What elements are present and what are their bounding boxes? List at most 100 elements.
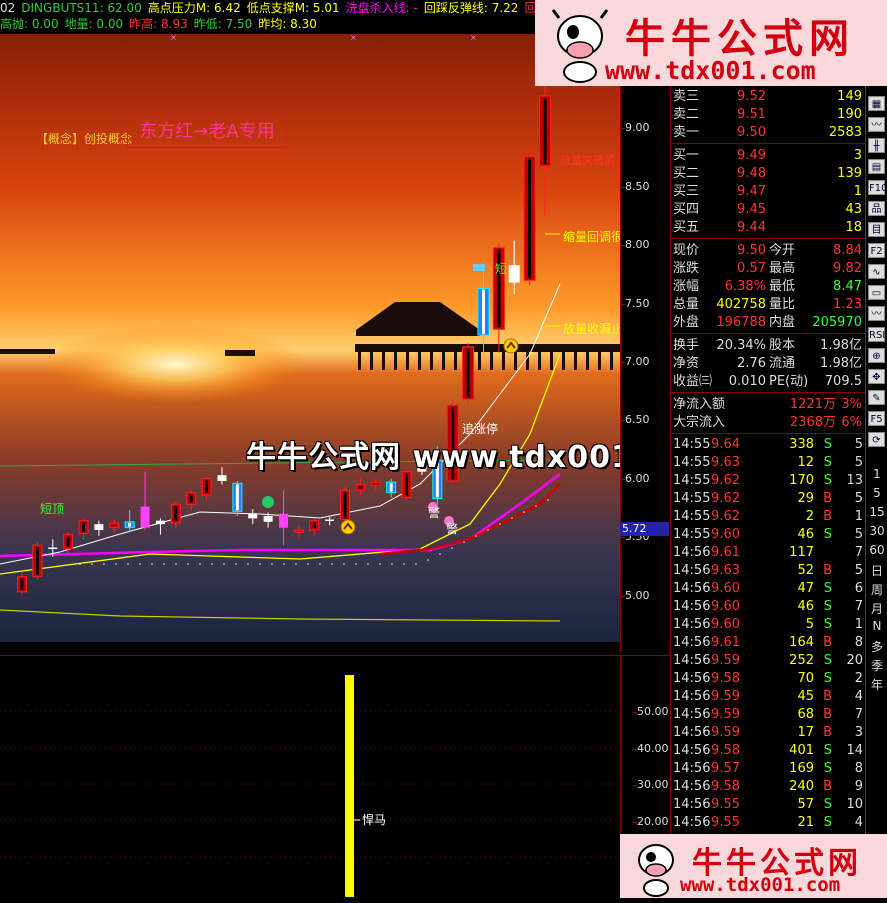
tick-count: 14 [846, 743, 863, 758]
toolbar-button[interactable]: 〰 [868, 117, 885, 132]
buy-signal-icon [503, 338, 519, 354]
candle[interactable] [462, 343, 475, 406]
tick-row: 14:55 9.62 29 B 5 [671, 490, 866, 508]
stat-label-2: 最高 [769, 261, 796, 276]
toolbar-button[interactable]: ╫ [868, 138, 885, 153]
toolbar-button[interactable]: ✎ [868, 390, 885, 405]
period-button[interactable]: 年 [866, 676, 887, 693]
toolbar-button[interactable]: ⟳ [868, 432, 885, 447]
period-button[interactable]: 周 [866, 581, 887, 598]
header-row1-item: 低点支撑M: 5.01 [246, 1, 340, 15]
bid-label: 买五 [673, 220, 700, 235]
toolbar-button[interactable]: 目 [868, 222, 885, 237]
toolbar-button[interactable]: ✥ [868, 369, 885, 384]
tick-count: 4 [854, 689, 863, 704]
toolbar-button[interactable]: ⊕ [868, 348, 885, 363]
fund-value: 2.76 [737, 356, 766, 371]
toolbar-button[interactable]: ▤ [868, 159, 885, 174]
tick-price: 9.62 [711, 473, 740, 488]
fund-value: 20.34% [716, 338, 766, 353]
tick-count: 5 [854, 491, 863, 506]
toolbar-button[interactable]: RSI [868, 327, 885, 342]
period-button[interactable]: 15 [866, 505, 887, 519]
tick-price: 9.60 [711, 617, 740, 632]
tick-side: B [823, 689, 832, 704]
toolbar-button[interactable]: ▦ [868, 96, 885, 111]
period-button[interactable]: 季 [866, 657, 887, 674]
tick-volume: 240 [789, 779, 814, 794]
stat-label-2: 最低 [769, 279, 796, 294]
flow-row: 大宗流入 2368万 6% [671, 414, 866, 432]
bid-row: 买三 9.47 1 [671, 183, 866, 201]
annotation-vol-break: 放量突破前 [560, 154, 615, 167]
candle[interactable] [232, 481, 243, 516]
indicator-subchart[interactable]: 悍马 [0, 655, 620, 899]
toolbar-button[interactable]: F10 [868, 180, 887, 195]
tick-count: 1 [854, 509, 863, 524]
stat-value: 402758 [716, 297, 766, 312]
period-button[interactable]: 5 [866, 486, 887, 500]
bid-volume: 139 [837, 166, 862, 181]
price-tick-label: 9.00 [621, 121, 650, 135]
fund-label-2: 流通 [769, 356, 796, 371]
tick-side: S [823, 581, 832, 596]
header-row2-item: 昨高: 8.93 [129, 17, 188, 31]
tick-row: 14:55 9.63 12 S 5 [671, 454, 866, 472]
fund-label: 收益㈢ [673, 374, 713, 389]
tick-volume: 169 [789, 761, 814, 776]
fund-value-2: 1.98亿 [820, 356, 862, 371]
tick-side: S [823, 437, 832, 452]
toolbar-button[interactable]: 品 [868, 201, 885, 216]
subchart-svg [0, 675, 620, 897]
stat-row: 现价 9.50 今开 8.84 [671, 242, 866, 260]
horse-bar [345, 675, 354, 897]
tick-price: 9.63 [711, 563, 740, 578]
ticks-separator [671, 433, 866, 434]
bid-price: 9.49 [737, 148, 766, 163]
period-button[interactable]: 日 [866, 562, 887, 579]
tick-row: 14:56 9.60 46 S 7 [671, 598, 866, 616]
top-marker: × [470, 34, 477, 42]
toolbar-button[interactable]: ▭ [868, 285, 885, 300]
stat-label: 外盘 [673, 315, 700, 330]
header-row1-item: 回踩 [524, 1, 535, 15]
tick-count: 7 [854, 707, 863, 722]
tick-price: 9.58 [711, 743, 740, 758]
candle[interactable] [523, 148, 536, 286]
candle[interactable] [340, 486, 351, 523]
candle[interactable] [32, 541, 43, 581]
bid-volume: 43 [845, 202, 862, 217]
toolbar-button[interactable]: 〰 [868, 306, 885, 321]
tick-price: 9.59 [711, 689, 740, 704]
tick-price: 9.58 [711, 779, 740, 794]
chart-svg[interactable]: × × × [0, 34, 620, 642]
top-marker: × [170, 34, 177, 42]
toolbar-button[interactable]: ∿ [868, 264, 885, 279]
bid-volume: 1 [853, 184, 862, 199]
flow-label: 净流入额 [673, 397, 726, 412]
tick-count: 8 [854, 761, 863, 776]
toolbar-button[interactable]: F5 [868, 411, 885, 426]
stat-label: 总量 [673, 297, 700, 312]
cow-mascot-icon-small [638, 844, 674, 897]
bid-row: 买五 9.44 18 [671, 219, 866, 237]
tick-time: 14:55 [673, 473, 711, 488]
period-button[interactable]: 1 [866, 467, 887, 481]
tick-row: 14:56 9.61 117 7 [671, 544, 866, 562]
tick-side: S [823, 527, 832, 542]
price-chart[interactable]: × × × 【概念】创投概念 东方红→老A专用 短顶 短 追涨停 缩量回调很 放量收… [0, 34, 620, 642]
period-button[interactable]: 月 [866, 600, 887, 617]
price-tick-label: 8.00 [621, 238, 650, 252]
period-button[interactable]: 60 [866, 543, 887, 557]
tick-volume: 170 [789, 473, 814, 488]
tick-volume: 46 [797, 527, 814, 542]
bid-price: 9.48 [737, 166, 766, 181]
toolbar-button[interactable]: F2 [868, 243, 885, 258]
period-button[interactable]: 30 [866, 524, 887, 538]
stat-row: 总量 402758 量比 1.23 [671, 296, 866, 314]
period-button[interactable]: 多 [866, 638, 887, 655]
tick-count: 6 [854, 581, 863, 596]
header-row1-item: 回踩反弹线: 7.22 [423, 1, 519, 15]
period-button[interactable]: N [866, 619, 887, 633]
tick-time: 14:56 [673, 653, 711, 668]
